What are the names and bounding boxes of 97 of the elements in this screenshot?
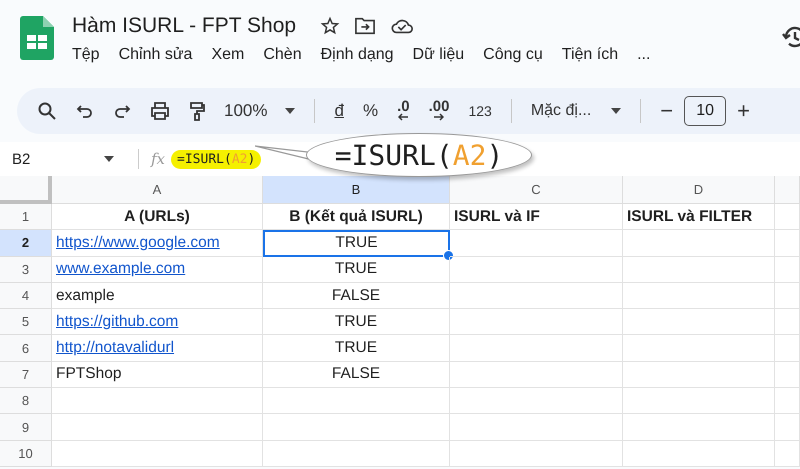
menu-item[interactable]: Xem xyxy=(211,46,244,64)
empty-cell[interactable] xyxy=(775,230,800,257)
empty-cell[interactable] xyxy=(450,256,623,283)
table-cell: ISURL và FILTER xyxy=(623,204,775,230)
caret-icon xyxy=(285,108,296,114)
empty-cell[interactable] xyxy=(450,414,623,441)
empty-cell[interactable] xyxy=(263,440,450,467)
table-cell[interactable]: http://notavalidurl xyxy=(52,335,263,362)
empty-cell[interactable] xyxy=(623,256,775,283)
column-header[interactable]: B xyxy=(263,176,450,204)
table-cell[interactable]: https://www.google.com xyxy=(52,230,263,257)
empty-cell[interactable] xyxy=(775,282,800,310)
row-header[interactable]: 4 xyxy=(0,282,52,310)
empty-cell[interactable] xyxy=(775,388,800,414)
fx-label: fx xyxy=(151,150,166,168)
row-header[interactable]: 5 xyxy=(0,309,52,336)
row-header[interactable]: 1 xyxy=(0,204,52,230)
empty-cell[interactable] xyxy=(623,414,775,441)
history-icon[interactable] xyxy=(782,24,800,50)
currency-button[interactable]: đ xyxy=(334,101,344,121)
row-header[interactable]: 2 xyxy=(0,230,52,257)
empty-cell[interactable] xyxy=(623,440,775,467)
folder-icon[interactable] xyxy=(354,16,376,36)
zoom-dropdown[interactable]: 100% xyxy=(224,101,296,121)
empty-cell[interactable] xyxy=(450,362,623,388)
empty-cell[interactable] xyxy=(775,414,800,441)
empty-cell[interactable] xyxy=(450,309,623,336)
arrow-right-icon xyxy=(434,113,444,121)
formula-text[interactable]: =ISURL(A2) xyxy=(171,150,262,168)
caret-icon xyxy=(104,156,114,162)
increase-decimals-button[interactable]: .00 xyxy=(428,101,450,121)
number-format-button[interactable]: 123 xyxy=(468,103,492,119)
empty-cell[interactable] xyxy=(775,256,800,283)
row-header[interactable]: 6 xyxy=(0,335,52,362)
column-header[interactable]: D xyxy=(623,176,775,204)
column-header[interactable]: C xyxy=(450,176,623,204)
menu-item[interactable]: ... xyxy=(637,46,650,64)
table-cell: TRUE xyxy=(263,309,450,336)
table-cell: FPTShop xyxy=(52,362,263,388)
table-cell: example xyxy=(52,282,263,310)
search-icon[interactable] xyxy=(37,101,57,121)
empty-cell[interactable] xyxy=(623,309,775,336)
empty-cell[interactable] xyxy=(450,388,623,414)
empty-cell[interactable] xyxy=(775,335,800,362)
row-header[interactable]: 7 xyxy=(0,362,52,388)
row-header[interactable]: 8 xyxy=(0,388,52,414)
font-dropdown[interactable]: Mặc đị... xyxy=(530,102,622,120)
empty-cell[interactable] xyxy=(263,388,450,414)
row-header[interactable]: 3 xyxy=(0,256,52,283)
font-size-field[interactable]: 10 xyxy=(684,96,726,126)
menu-item[interactable]: Dữ liệu xyxy=(412,46,464,64)
empty-column-header[interactable] xyxy=(775,176,800,204)
menu-item[interactable]: Tiện ích xyxy=(562,46,618,64)
decrease-size-button[interactable]: − xyxy=(660,98,674,124)
empty-cell[interactable] xyxy=(623,230,775,257)
fill-handle[interactable] xyxy=(443,250,454,261)
empty-cell[interactable] xyxy=(450,282,623,310)
empty-cell[interactable] xyxy=(623,335,775,362)
empty-cell[interactable] xyxy=(450,335,623,362)
row-header[interactable]: 10 xyxy=(0,440,52,467)
star-icon[interactable] xyxy=(320,16,340,36)
increase-size-button[interactable]: + xyxy=(737,98,750,124)
empty-cell[interactable] xyxy=(775,440,800,467)
select-all-corner[interactable] xyxy=(0,176,52,204)
paint-format-icon[interactable] xyxy=(189,101,205,121)
arrow-left-icon xyxy=(398,113,408,121)
print-icon[interactable] xyxy=(150,101,170,121)
decrease-decimals-button[interactable]: .0 xyxy=(397,101,410,121)
empty-cell[interactable] xyxy=(775,309,800,336)
cell-reference-field[interactable]: B2 xyxy=(0,150,126,168)
menu-item[interactable]: Tệp xyxy=(72,46,100,64)
menu-item[interactable]: Chèn xyxy=(263,46,302,64)
table-cell[interactable]: www.example.com xyxy=(52,256,263,283)
percent-button[interactable]: % xyxy=(362,101,378,121)
table-cell[interactable]: https://github.com xyxy=(52,309,263,336)
table-cell: TRUE xyxy=(263,256,450,283)
empty-cell[interactable] xyxy=(623,388,775,414)
row-header[interactable]: 9 xyxy=(0,414,52,441)
table-cell: FALSE xyxy=(263,282,450,310)
table-cell: B (Kết quả ISURL) xyxy=(263,204,450,230)
table-cell: TRUE xyxy=(263,335,450,362)
sheets-logo-icon[interactable] xyxy=(20,16,54,60)
menu-item[interactable]: Chỉnh sửa xyxy=(118,46,192,64)
document-title[interactable]: Hàm ISURL - FPT Shop xyxy=(72,14,296,38)
empty-cell[interactable] xyxy=(450,440,623,467)
caret-icon xyxy=(611,108,622,114)
column-header[interactable]: A xyxy=(52,176,263,204)
table-cell: A (URLs) xyxy=(52,204,263,230)
empty-cell[interactable] xyxy=(623,282,775,310)
empty-cell[interactable] xyxy=(623,362,775,388)
menu-item[interactable]: Định dạng xyxy=(320,46,394,64)
table-cell: ISURL và IF xyxy=(450,204,623,230)
empty-cell[interactable] xyxy=(263,414,450,441)
table-cell: FALSE xyxy=(263,362,450,388)
menu-item[interactable]: Công cụ xyxy=(483,46,543,64)
empty-cell[interactable] xyxy=(450,230,623,257)
empty-cell[interactable] xyxy=(775,362,800,388)
